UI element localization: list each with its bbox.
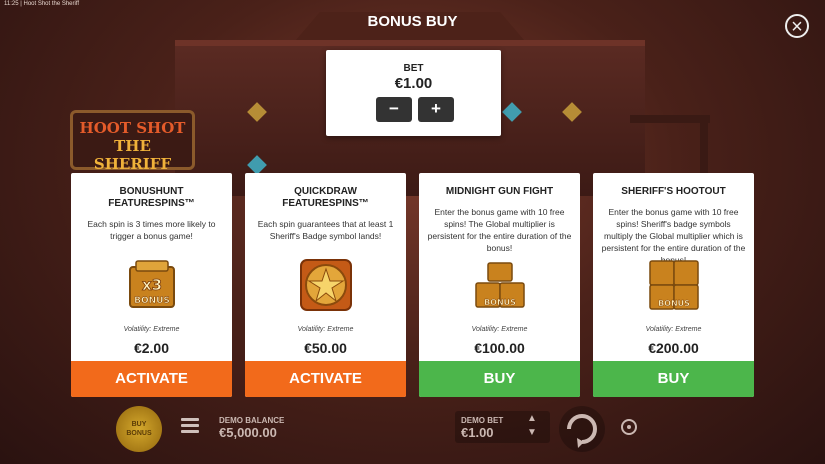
bonus-chest-quad-icon: BONUS: [648, 260, 699, 310]
card-price: €100.00: [474, 340, 525, 356]
buy-sheriffs-hootout-button[interactable]: BUY: [593, 361, 754, 397]
page-title: BONUS BUY: [367, 13, 458, 30]
card-title: SHERIFF'S HOOTOUT: [621, 186, 726, 197]
status-time: 11:25: [4, 1, 19, 7]
card-price: €2.00: [133, 340, 170, 356]
card-description: Each spin is 3 times more likely to trig…: [87, 219, 216, 241]
balance-value: €5,000.00: [219, 425, 277, 440]
card-title: BONUSHUNT FEATURESPINS™: [108, 186, 195, 209]
card-volatility: Volatility: Extreme: [645, 326, 702, 333]
card-description: Enter the bonus game with 10 free spins!…: [427, 207, 572, 253]
bonus-card-bonushunt: BONUSHUNT FEATURESPINS™ Each spin is 3 t…: [71, 173, 232, 397]
svg-text:BONUS: BONUS: [134, 296, 170, 306]
bet-label: BET: [403, 63, 424, 74]
bonus-card-midnight-gun-fight: MIDNIGHT GUN FIGHT Enter the bonus game …: [419, 173, 580, 397]
status-bar: 11:25 | Hoot Shot the Sheriff: [4, 1, 80, 7]
bet-down-icon[interactable]: ▼: [527, 426, 537, 440]
bonus-card-quickdraw: QUICKDRAW FEATURESPINS™ Each spin guaran…: [245, 173, 406, 397]
increase-bet-button[interactable]: +: [418, 97, 454, 122]
autoplay-icon[interactable]: [621, 419, 637, 435]
bonus-cards: BONUSHUNT FEATURESPINS™ Each spin is 3 t…: [71, 173, 755, 397]
buy-bonus-button[interactable]: BUY BONUS: [116, 406, 162, 452]
bonus-card-sheriffs-hootout: SHERIFF'S HOOTOUT Enter the bonus game w…: [593, 173, 754, 397]
bonus-chest-stack-icon: BONUS: [474, 262, 525, 308]
demo-bet-value: €1.00: [461, 425, 494, 440]
status-app-name: Hoot Shot the Sheriff: [23, 1, 80, 7]
x3-bonus-chest-icon: x3 BONUS: [128, 260, 175, 308]
card-volatility: Volatility: Extreme: [297, 326, 354, 333]
card-title: QUICKDRAW FEATURESPINS™: [282, 186, 369, 209]
balance-label: DEMO BALANCE: [219, 416, 285, 425]
menu-icon[interactable]: [181, 418, 199, 434]
bet-arrows: ▲ ▼: [527, 412, 537, 440]
activate-bonushunt-button[interactable]: ACTIVATE: [71, 361, 232, 397]
demo-bet-label: DEMO BET: [461, 416, 504, 425]
card-title: MIDNIGHT GUN FIGHT: [445, 186, 554, 197]
sheriff-badge-icon: [299, 259, 352, 311]
gallows-beam: [630, 115, 710, 123]
bet-panel: BET €1.00 − +: [326, 50, 501, 136]
card-price: €200.00: [648, 340, 699, 356]
game-logo: HOOT SHOT THE SHERIFF: [70, 110, 195, 173]
spin-icon[interactable]: [557, 404, 607, 454]
card-volatility: Volatility: Extreme: [123, 326, 180, 333]
close-icon: ×: [791, 16, 803, 38]
bet-value: €1.00: [394, 75, 433, 92]
card-price: €50.00: [304, 340, 347, 356]
buy-midnight-gun-fight-button[interactable]: BUY: [419, 361, 580, 397]
svg-text:x3: x3: [141, 276, 161, 294]
svg-text:BONUS: BONUS: [658, 299, 690, 308]
close-button[interactable]: ×: [785, 14, 809, 38]
bet-up-icon[interactable]: ▲: [527, 412, 537, 426]
activate-quickdraw-button[interactable]: ACTIVATE: [245, 361, 406, 397]
svg-text:BONUS: BONUS: [484, 298, 516, 307]
decrease-bet-button[interactable]: −: [376, 97, 412, 122]
bottom-bar: BUY BONUS DEMO BALANCE €5,000.00 DEMO BE…: [0, 400, 825, 464]
card-description: Each spin guarantees that at least 1 She…: [257, 219, 394, 241]
card-volatility: Volatility: Extreme: [471, 326, 528, 333]
